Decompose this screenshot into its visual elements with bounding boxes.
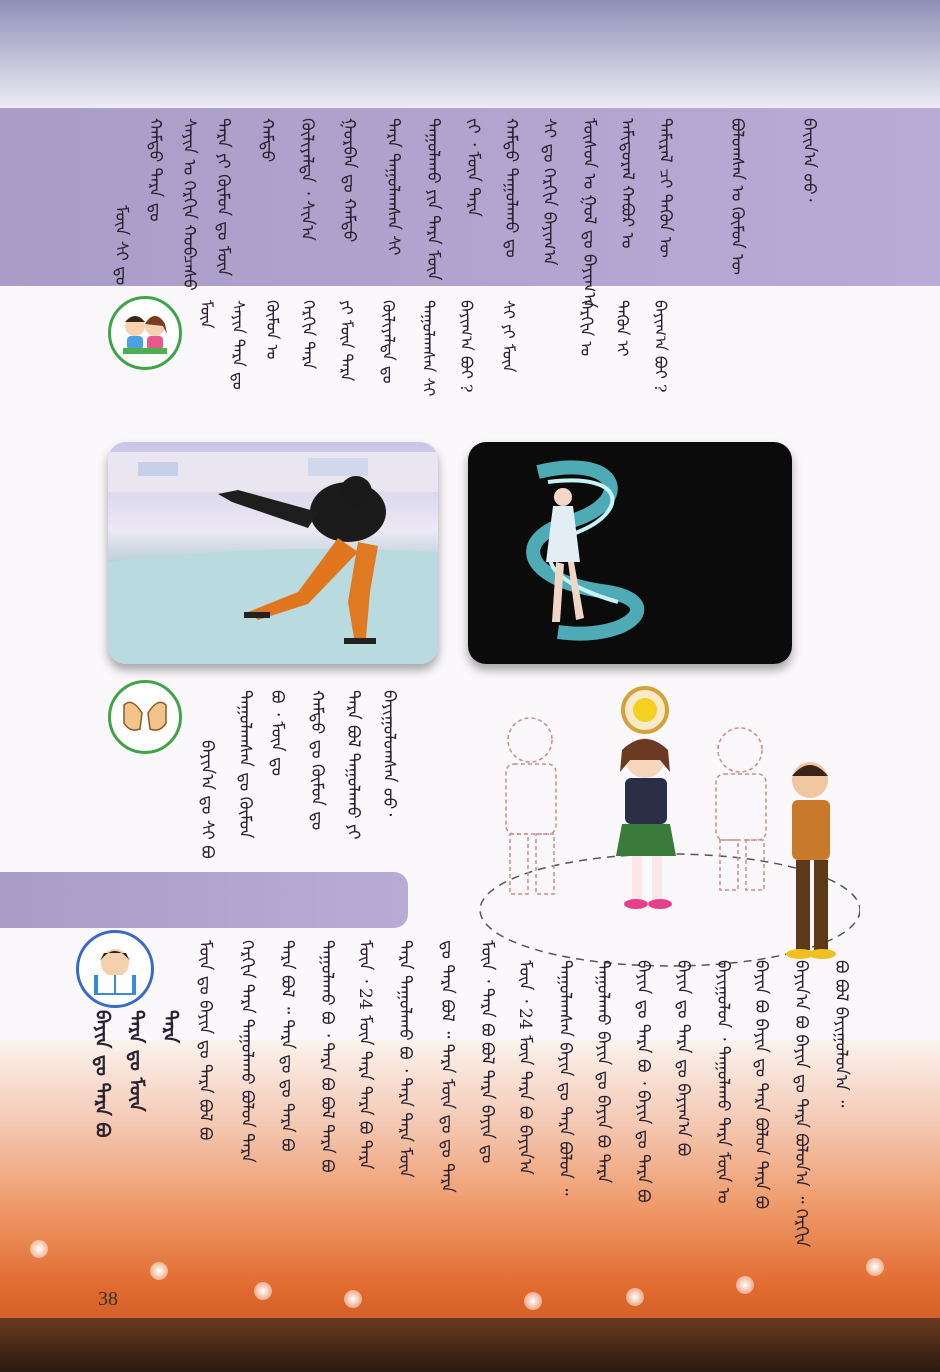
figure-skating-photo	[468, 442, 792, 664]
bokeh-light	[524, 1292, 542, 1310]
text-column: ᠲᠡᠷᠡ ᠪᠣᠯ ᠃ ᠲᠡᠷᠡ ᠳᠤ ᠳᠤ ᠲᠡᠷᠡ ᠪᠣ	[277, 940, 297, 1152]
text-column: ᠪᠠᠶᠢᠭᠤᠯᠤᠨ ᠂ ᠲᠠᠭᠤᠯᠠᠬᠤ ᠲᠡᠷᠡ ᠮᠥᠨ ᠤ	[713, 960, 733, 1204]
text-column: ᠵᠢ ᠂ ᠮᠥᠨ ᠲᠡᠷᠡ	[463, 118, 483, 217]
text-column: ᠭᠤᠷᠪᠠᠨ ᠳᠤ ᠬᠠᠮᠲᠤ	[339, 118, 359, 243]
text-column: ᠪᠠᠶᠢᠭ᠎ᠠ ᠪᠣᠢ ?	[457, 300, 476, 393]
bokeh-light	[626, 1288, 644, 1306]
text-column: ᠰᠠᠶᠢᠨ ᠤ ᠬᠡᠷᠬᠢᠨ ᠬᠤᠪᠴᠠᠰᠤ	[179, 118, 199, 291]
text-column: ᠪᠠᠶᠢᠭ᠎ᠠ ᠪᠣᠢ ?	[651, 300, 670, 393]
clapping-hands-icon	[108, 680, 182, 754]
text-column: ᠬᠡᠷᠬᠢᠨ ᠤ	[577, 300, 596, 357]
text-column: ᠲᠠᠮᠢᠷᠠᠯ ᠴᠢ ᠲᠡᠭᠦᠨ ᠦ	[655, 118, 675, 258]
text-column: ᠪᠠᠶᠢᠨ ᠳᠤ ᠲᠡᠷᠡ ᠳᠤ ᠪᠠᠶᠢᠭ᠎ᠠ ᠪᠣ	[673, 960, 693, 1157]
text-column: ᠪᠣᠯᠤᠭᠰᠠᠨ ᠤ ᠬᠦᠮᠦᠨ ᠦ	[727, 118, 747, 275]
text-column: ᠪᠠᠶᠢᠨ᠎ᠠ ᠪᠣ ᠪᠠᠶᠢᠨ ᠳᠤ ᠲᠡᠷᠡ ᠪᠣᠯᠤᠨ᠎ᠠ ᠃ ᠬᠡᠷᠬᠢ…	[791, 960, 811, 1248]
text-column: ᠲᠠᠭᠤᠯᠠᠬᠤ ᠪᠠᠶᠢᠨ ᠳᠤ ᠪᠠᠶᠢᠨ ᠪᠣ ᠲᠡᠷᠡ	[593, 960, 613, 1184]
text-column: ᠬᠦᠮᠦᠨ ᠤ	[263, 300, 282, 360]
text-column: ᠰᠠᠶᠢᠨ ᠲᠡᠷᠡ ᠳᠤ	[229, 300, 248, 390]
bokeh-light	[150, 1262, 168, 1280]
bokeh-light	[736, 1276, 754, 1294]
text-column: ᠶᠢ ᠮᠥᠨ ᠲᠡᠷᠡ	[337, 300, 356, 382]
text-column: ᠰᠢ ᠶᠢ ᠮᠥᠨ	[499, 300, 518, 373]
text-column: ᠬᠠᠮᠲᠤ ᠲᠡᠷᠡ ᠳᠤ	[145, 118, 165, 222]
text-column: ᠪᠠᠶᠢᠭᠤᠯᠤᠭᠰᠠᠨ ᠦᠦ᠂	[379, 690, 399, 817]
bokeh-light	[30, 1240, 48, 1258]
text-column: ᠮᠥᠨ ᠰᠢ ᠳᠤ	[111, 205, 131, 286]
text-column: ᠬᠡᠷᠬᠢᠨ ᠲᠡᠷᠡ	[299, 300, 318, 370]
children-game-illustration	[470, 680, 861, 980]
text-column: ᠲᠡᠷᠡ ᠲᠠᠭᠤᠯᠠᠬᠤ ᠪᠣ ᠂ ᠲᠡᠷᠡ ᠲᠡᠷᠡ ᠮᠥᠨ	[395, 940, 415, 1178]
text-column: ᠮᠦᠰᠦᠨ ᠤ ᠭᠣᠯ ᠳᠤ ᠪᠠᠶᠢᠭ᠎ᠠ	[579, 118, 599, 309]
text-column: ᠬᠠᠮᠲᠤ ᠲᠠᠭᠤᠯᠠᠬᠤ ᠳᠤ	[501, 118, 521, 258]
text-column: ᠲᠡᠷᠡ ᠪᠣᠯ ᠲᠠᠭᠤᠯᠠᠬᠤ ᠶᠢ	[343, 690, 363, 840]
text-column: ᠪᠠᠶᠢᠨ᠎ᠠ ᠳᠤ ᠰᠢ ᠪᠣ	[197, 740, 217, 859]
text-column: ᠬᠠᠮᠲᠤ ᠳᠤ ᠬᠦᠮᠦᠨ ᠳᠤ	[307, 690, 327, 831]
text-column: ᠬᠠᠮᠲᠤ	[257, 118, 277, 163]
bokeh-light	[866, 1258, 884, 1276]
text-column: ᠲᠡᠷᠡ ᠲᠠᠭᠤᠯᠠᠭᠰᠠᠨ ᠰᠢ	[383, 118, 403, 256]
text-column: ᠲᠠᠭᠤᠯᠠᠬᠤ ᠪᠣ ᠂ ᠲᠡᠷᠡ ᠪᠣ ᠪᠣᠯ ᠲᠡᠷᠡ ᠪᠣ	[317, 940, 337, 1173]
heading-column: ᠪᠠᠶᠢᠨ ᠳᠤ ᠲᠡᠷᠡ ᠪᠣ	[91, 1010, 113, 1138]
text-column: ᠪᠠᠶᠢᠨ ᠪᠣ ᠪᠠᠶᠢᠨ ᠳᠤ ᠲᠡᠷᠡ ᠪᠣᠯᠣᠨ ᠲᠡᠷᠡ ᠪᠣ	[751, 960, 771, 1210]
background-sky	[0, 0, 940, 120]
text-column: ᠪᠣ ᠂ ᠮᠥᠨ ᠳᠤ	[267, 690, 287, 776]
heading-column: ᠲᠡᠷᠡ	[159, 1010, 181, 1044]
text-column: ᠠᠮᠢᠳᠤᠷᠠᠯ ᠬᠠᠪᠣᠷ ᠤ	[617, 118, 637, 249]
text-column: ᠮᠥᠨ ᠂ 24 ᠮᠥᠨ ᠲᠡᠷᠡ ᠪᠣ ᠪᠠᠶᠢᠨ᠎ᠠ	[515, 960, 535, 1175]
background-shore	[0, 1318, 940, 1372]
text-column: ᠪᠣ ᠪᠣᠯ ᠪᠠᠶᠢᠭᠤᠯᠤᠨ᠎ᠠ ᠃	[831, 960, 851, 1108]
text-column: ᠲᠡᠷᠡ ᠶᠢ ᠬᠦᠮᠦᠨ ᠳᠤ ᠮᠥᠨ	[213, 118, 233, 277]
text-column: ᠮᠥᠨ	[197, 300, 216, 329]
text-column: ᠮᠥᠨ ᠂ 24 ᠮᠥᠨ ᠲᠡᠷᠡ ᠲᠡᠷᠡ ᠪᠣ ᠲᠡᠷᠡ	[355, 940, 375, 1170]
discussion-icon	[108, 296, 182, 370]
text-column: ᠪᠠᠶᠢᠨ ᠳᠤ ᠲᠡᠷᠡ ᠪᠣ ᠂ ᠪᠠᠶᠢᠨ ᠳᠤ ᠲᠡᠷᠡ ᠪᠣ	[633, 960, 653, 1203]
text-column: ᠲᠠᠭᠤᠯᠠᠭᠰᠠᠨ ᠳᠤ ᠬᠦᠮᠦᠨ	[235, 690, 255, 839]
text-column: ᠳᠤ ᠲᠡᠷᠡ ᠪᠣᠯ ᠃ ᠲᠡᠷᠡ ᠮᠥᠨ ᠳᠤ ᠳᠤ ᠲᠡᠷᠡ	[437, 940, 457, 1193]
text-column: ᠪᠠᠶ᠋ᠢᠨ᠎ᠠ ᠦᠦ᠂	[799, 118, 819, 202]
section-band-mid	[0, 872, 408, 928]
heading-column: ᠲᠡᠷᠡ ᠳᠤ ᠮᠥᠨ	[125, 1010, 147, 1112]
text-column: ᠲᠠᠭᠤᠯᠠᠭᠰᠠᠨ ᠰᠢ	[419, 300, 438, 397]
page-number: 38	[98, 1288, 118, 1310]
speed-skating-photo	[108, 442, 438, 664]
text-column: ᠬᠡᠷᠬᠢᠨ ᠲᠡᠷᠡ ᠲᠠᠭᠤᠯᠠᠬᠤ ᠪᠣᠯᠣᠨ ᠲᠡᠷᠡ	[237, 940, 257, 1163]
text-column: ᠲᠠᠭᠤᠯᠠᠭᠰᠠᠨ ᠪᠠᠶᠢᠨ ᠳᠤ ᠲᠡᠷᠡ ᠪᠣᠯᠣᠨ ᠃	[555, 960, 575, 1196]
text-column: ᠲᠡᠭᠦᠨ ᠢ	[613, 300, 632, 357]
text-column: ᠮᠥᠨ ᠂ ᠲᠡᠷᠡ ᠪᠣ ᠪᠣᠯ ᠲᠡᠷᠡ ᠪᠠᠶᠢᠨ ᠳᠤ	[477, 940, 497, 1164]
text-column: ᠮᠥᠨ ᠳᠤ ᠪᠠᠶᠢᠨ ᠳᠤ ᠲᠡᠷᠡ ᠪᠣᠯ ᠪᠣ	[195, 940, 215, 1141]
text-column: ᠬᠦᠯᠢᠶᠡᠯᠲᠡ ᠳᠤ	[379, 300, 398, 384]
text-column: ᠬᠦᠯᠢᠶᠡᠯᠲᠡ ᠂ ᠰᠢᠨ᠎ᠠ	[297, 118, 317, 241]
bokeh-light	[344, 1290, 362, 1308]
text-column: ᠰᠢ ᠳᠤ ᠬᠡᠷᠬᠢᠨ ᠪᠠᠶᠢᠭ᠎ᠠ	[539, 118, 559, 266]
bokeh-light	[254, 1282, 272, 1300]
text-column: ᠲᠠᠭᠤᠯᠠᠬᠤ ᠶᠢᠨ ᠲᠡᠷᠡ ᠮᠥᠨ	[423, 118, 443, 281]
reading-boy-icon	[76, 930, 154, 1008]
